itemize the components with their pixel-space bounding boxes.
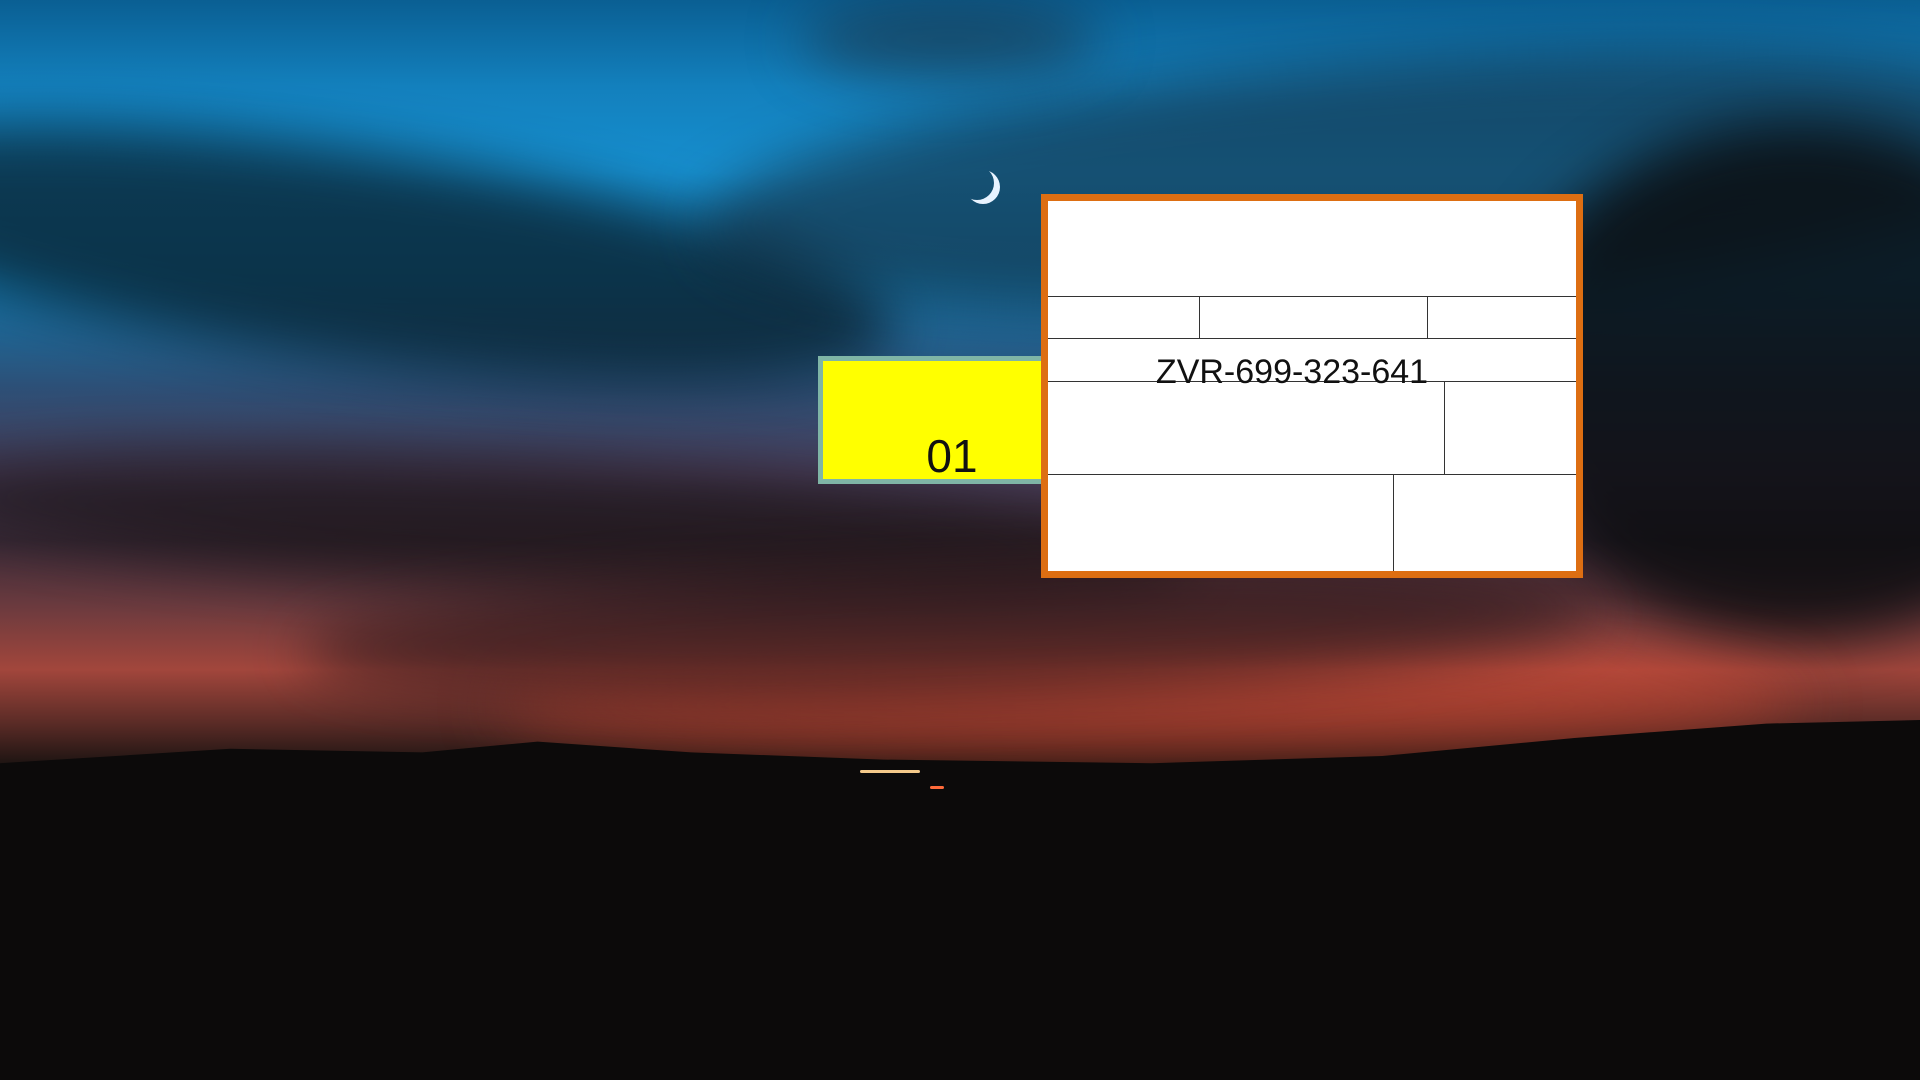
tag-number-label: 01 [926,430,978,482]
form-field-header[interactable] [1048,201,1576,296]
form-field[interactable] [1428,297,1576,338]
distant-lights [930,786,944,789]
cloud-band [800,0,1100,80]
grid-line [1048,338,1576,339]
form-field[interactable] [1048,475,1393,571]
crescent-moon-icon [960,166,994,200]
form-field[interactable] [1048,382,1444,474]
form-field[interactable] [1200,297,1427,338]
landscape-silhouette [0,720,1920,1080]
form-field[interactable] [1394,475,1576,571]
distant-lights [860,770,920,773]
desktop-wallpaper: 01 ZVR-699-323-641 [0,0,1920,1080]
form-field[interactable] [1445,382,1576,474]
form-field[interactable] [1048,297,1199,338]
number-tag[interactable]: 01 [818,356,1046,484]
form-card[interactable]: ZVR-699-323-641 [1041,194,1583,578]
